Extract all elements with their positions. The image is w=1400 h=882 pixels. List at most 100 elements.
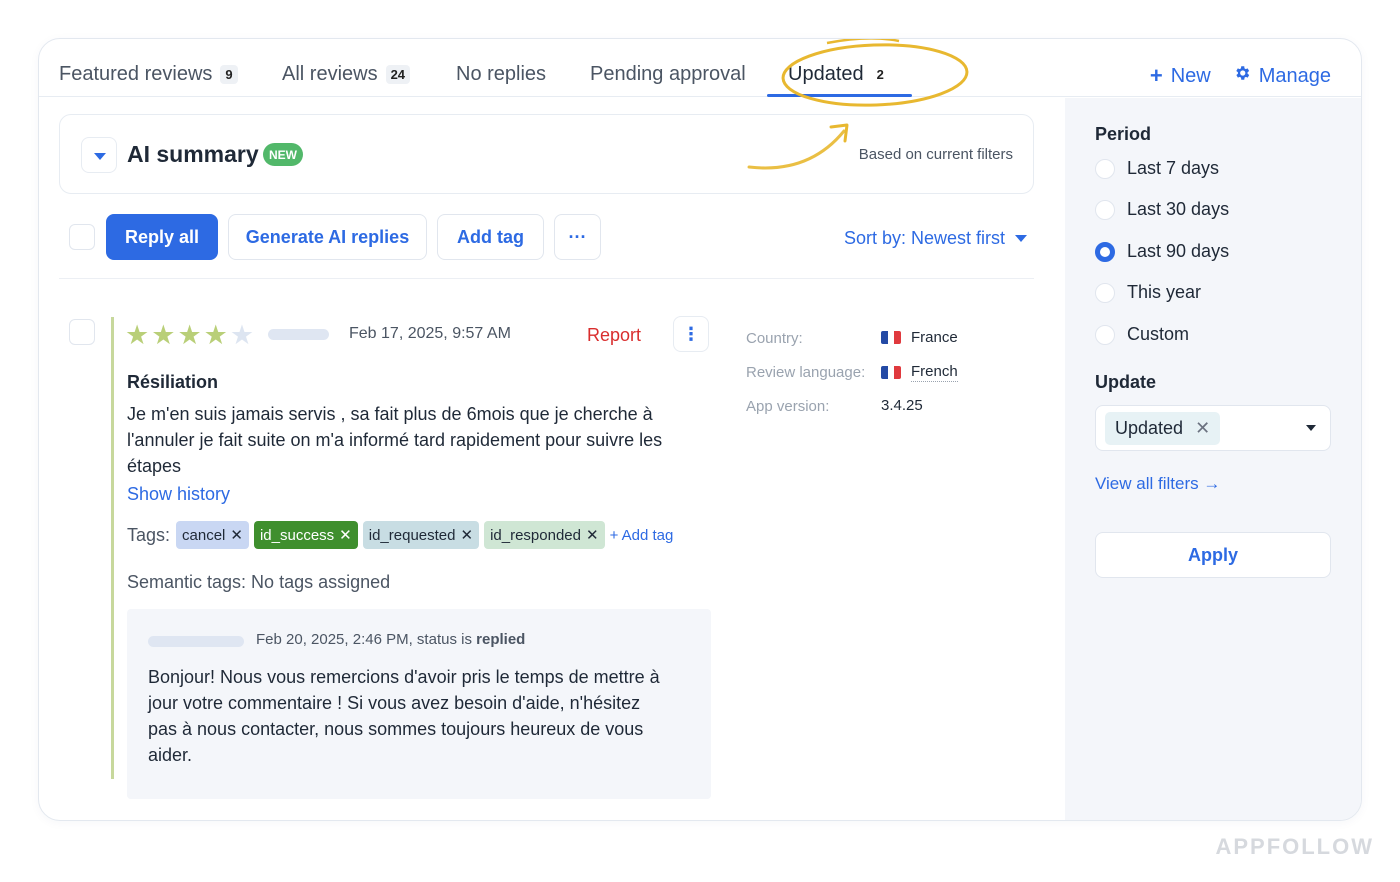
review-menu-button[interactable]: ⋮	[673, 316, 709, 352]
selected-value: Updated	[1115, 418, 1184, 438]
manage-label: Manage	[1258, 64, 1331, 87]
kebab-icon: ⋮	[682, 323, 700, 344]
tab-label: Featured reviews	[59, 63, 213, 85]
reply-date: Feb 20, 2025, 2:46 PM, status is	[256, 631, 472, 648]
tags-row: Tags: cancel ✕ id_success ✕ id_requested…	[127, 521, 673, 549]
period-option-last-30-days[interactable]: Last 30 days	[1095, 199, 1229, 220]
sort-dropdown[interactable]: Sort by: Newest first	[844, 228, 1027, 249]
review-checkbox[interactable]	[69, 319, 95, 345]
tag-chip: cancel ✕	[176, 521, 249, 549]
tab-count: 2	[876, 67, 884, 82]
more-actions-button[interactable]: ···	[554, 214, 601, 260]
language-value: French	[881, 363, 958, 382]
new-badge: NEW	[263, 143, 303, 166]
semantic-tags: Semantic tags: No tags assigned	[127, 572, 391, 592]
divider	[59, 278, 1034, 279]
country-label: Country:	[746, 330, 803, 347]
manage-button[interactable]: Manage	[1233, 64, 1331, 88]
period-option-custom[interactable]: Custom	[1095, 324, 1189, 345]
top-actions: + New Manage	[1150, 64, 1331, 88]
radio-button[interactable]	[1095, 199, 1115, 220]
tag-label: id_requested	[368, 526, 456, 544]
tab-bar: Featured reviews 9 All reviews 24 No rep…	[39, 39, 1361, 97]
update-select[interactable]: Updated ✕	[1095, 405, 1331, 451]
remove-tag-icon[interactable]: ✕	[586, 526, 599, 544]
country-text: France	[911, 329, 958, 346]
remove-tag-icon[interactable]: ✕	[460, 526, 473, 544]
tab-no-replies[interactable]: No replies	[456, 63, 546, 86]
tab-pending-approval[interactable]: Pending approval	[590, 63, 746, 86]
ai-summary-toggle[interactable]	[81, 137, 117, 173]
sort-label: Sort by: Newest first	[843, 228, 1005, 248]
tag-label: id_responded	[490, 526, 581, 544]
replier-placeholder	[148, 636, 244, 647]
tab-label: No replies	[456, 63, 547, 85]
radio-button[interactable]	[1095, 324, 1115, 345]
star-icon: ★	[203, 320, 228, 350]
reply-meta: Feb 20, 2025, 2:46 PM, status is replied	[256, 631, 525, 648]
report-link[interactable]: Report	[587, 325, 641, 346]
tag-label: id_success	[259, 526, 335, 544]
period-option-label: This year	[1127, 282, 1202, 302]
reply-all-button[interactable]: Reply all	[106, 214, 218, 260]
language-label: Review language:	[746, 364, 866, 381]
review-date: Feb 17, 2025, 9:57 AM	[349, 325, 511, 342]
view-all-filters-link[interactable]: View all filters →	[1095, 474, 1220, 494]
new-label: New	[1170, 64, 1211, 87]
new-button[interactable]: + New	[1150, 64, 1211, 88]
language-text: French	[911, 363, 958, 382]
tab-updated[interactable]: Updated 2	[788, 63, 889, 86]
reply-fade	[127, 779, 711, 799]
review-body: Je m'en suis jamais servis , sa fait plu…	[127, 404, 663, 476]
select-all-checkbox[interactable]	[69, 224, 95, 250]
filters-sidebar: Period Last 7 days Last 30 days Last 90 …	[1065, 98, 1361, 820]
period-option-label: Custom	[1127, 324, 1190, 344]
france-flag-icon	[881, 366, 901, 379]
clear-icon[interactable]: ✕	[1195, 418, 1210, 439]
country-value: France	[881, 329, 958, 346]
period-label: Period	[1095, 124, 1152, 144]
remove-tag-icon[interactable]: ✕	[339, 526, 352, 544]
star-icon: ★	[177, 320, 202, 350]
caret-down-icon	[1306, 425, 1316, 431]
radio-button-checked[interactable]	[1095, 241, 1115, 262]
caret-down-icon	[1015, 235, 1027, 242]
ai-summary-panel: AI summary NEW Based on current filters	[59, 114, 1034, 194]
star-icon: ★	[151, 320, 176, 350]
star-rating: ★ ★ ★ ★ ★	[125, 320, 254, 350]
radio-button[interactable]	[1095, 282, 1115, 303]
tab-label: Pending approval	[590, 63, 746, 85]
update-label: Update	[1095, 372, 1157, 392]
radio-button[interactable]	[1095, 158, 1115, 179]
watermark-logo: APPFOLLOW	[1215, 834, 1374, 859]
period-option-label: Last 7 days	[1127, 158, 1220, 178]
tab-featured-reviews[interactable]: Featured reviews 9	[59, 63, 238, 86]
app-version-label: App version:	[746, 398, 830, 415]
period-option-label: Last 30 days	[1127, 199, 1230, 219]
review-title: Résiliation	[127, 372, 219, 392]
active-tab-indicator	[767, 94, 912, 97]
tag-chip: id_responded ✕	[484, 521, 605, 549]
app-version-value: 3.4.25	[881, 397, 923, 414]
tags-label: Tags:	[127, 524, 171, 545]
period-option-last-90-days[interactable]: Last 90 days	[1095, 241, 1229, 262]
period-option-last-7-days[interactable]: Last 7 days	[1095, 158, 1219, 179]
remove-tag-icon[interactable]: ✕	[230, 526, 243, 544]
tab-count: 9	[220, 65, 238, 84]
tab-all-reviews[interactable]: All reviews 24	[282, 63, 411, 86]
tag-label: cancel	[182, 526, 226, 544]
period-option-label: Last 90 days	[1127, 241, 1230, 261]
reply-status: replied	[476, 631, 526, 648]
author-placeholder	[268, 329, 329, 340]
tag-chip: id_requested ✕	[362, 521, 480, 549]
apply-button[interactable]: Apply	[1095, 532, 1331, 578]
review-accent-bar	[111, 317, 114, 779]
add-tag-link[interactable]: + Add tag	[610, 527, 674, 544]
tab-label: All reviews	[282, 63, 378, 85]
show-history-link[interactable]: Show history	[127, 484, 230, 505]
add-tag-button[interactable]: Add tag	[437, 214, 544, 260]
selected-chip: Updated ✕	[1105, 412, 1221, 445]
tab-label: Updated	[788, 63, 864, 85]
generate-ai-replies-button[interactable]: Generate AI replies	[228, 214, 427, 260]
period-option-this-year[interactable]: This year	[1095, 282, 1201, 303]
